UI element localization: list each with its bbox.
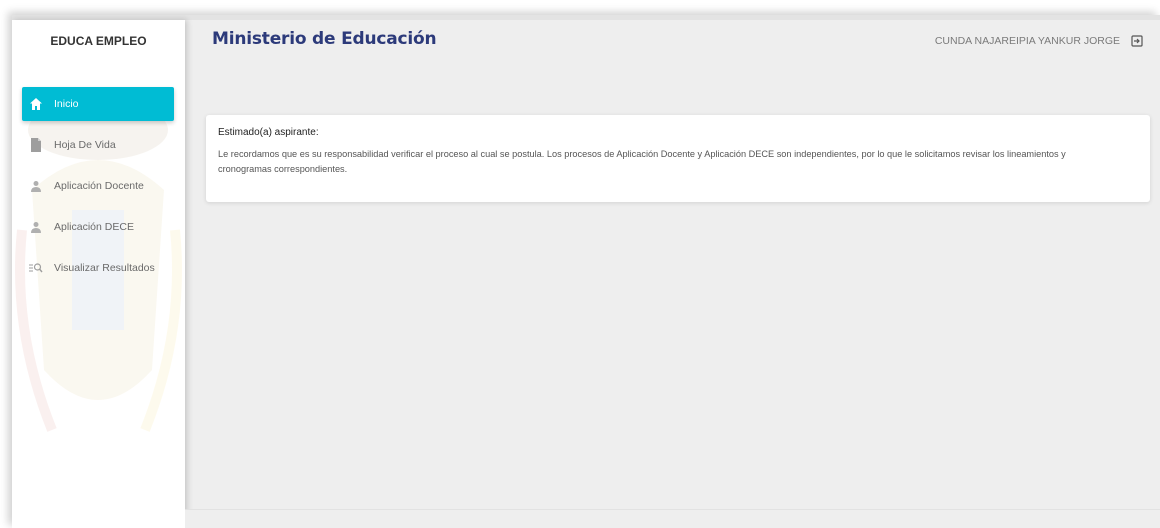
document-icon <box>28 137 44 153</box>
sidebar-item-label: Aplicación Docente <box>54 180 144 192</box>
sidebar-item-label: Hoja De Vida <box>54 139 116 151</box>
user-name: CUNDA NAJAREIPIA YANKUR JORGE <box>934 35 1120 47</box>
brand-name: EDUCA EMPLEO <box>50 34 147 48</box>
notice-card: Estimado(a) aspirante: Le recordamos que… <box>206 115 1150 202</box>
home-icon <box>28 96 44 112</box>
person-icon <box>28 178 44 194</box>
sidebar-item-hoja-de-vida[interactable]: Hoja De Vida <box>22 128 174 162</box>
sidebar-item-label: Aplicación DECE <box>54 221 134 233</box>
sidebar-item-label: Visualizar Resultados <box>54 262 155 274</box>
notice-greeting: Estimado(a) aspirante: <box>218 127 319 138</box>
person-icon <box>28 219 44 235</box>
sidebar-item-aplicacion-dece[interactable]: Aplicación DECE <box>22 210 174 244</box>
sidebar-item-inicio[interactable]: Inicio <box>22 87 174 121</box>
notice-message: Le recordamos que es su responsabilidad … <box>218 149 1066 174</box>
logout-icon[interactable] <box>1130 34 1144 48</box>
sidebar: EDUCA EMPLEO Inicio Hoja De Vida Aplicac… <box>12 20 185 528</box>
sidebar-nav: Inicio Hoja De Vida Aplicación Docente A… <box>12 87 185 292</box>
footer <box>185 509 1160 528</box>
sidebar-item-visualizar-resultados[interactable]: Visualizar Resultados <box>22 251 174 285</box>
app-window: EDUCA EMPLEO Inicio Hoja De Vida Aplicac… <box>12 15 1160 528</box>
sidebar-item-label: Inicio <box>54 98 79 110</box>
sidebar-item-aplicacion-docente[interactable]: Aplicación Docente <box>22 169 174 203</box>
list-search-icon <box>28 260 44 276</box>
user-menu: CUNDA NAJAREIPIA YANKUR JORGE <box>935 34 1144 48</box>
page-title: Ministerio de Educación <box>212 29 437 49</box>
